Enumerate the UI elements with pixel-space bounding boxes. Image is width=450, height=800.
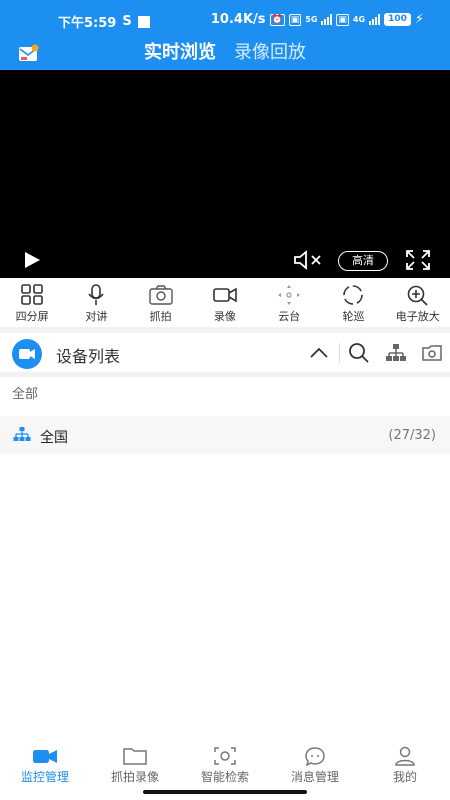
nav-monitor[interactable]: 监控管理 <box>0 740 90 788</box>
filter-all-row[interactable]: 全部 <box>0 377 450 407</box>
tab-playback[interactable]: 录像回放 <box>234 40 306 66</box>
quality-toggle[interactable]: 高清 <box>338 251 388 271</box>
nav-label: 监控管理 <box>20 770 69 784</box>
tool-label: 录像 <box>213 310 236 323</box>
nav-messages[interactable]: 消息管理 <box>270 740 360 788</box>
mute-icon[interactable] <box>293 250 323 270</box>
nav-label: 我的 <box>392 770 417 784</box>
video-camera-icon <box>19 349 35 359</box>
search-icon[interactable] <box>348 342 370 364</box>
notification-square-icon <box>137 15 150 28</box>
ptz-icon <box>278 285 301 305</box>
tool-patrol[interactable]: 轮巡 <box>321 280 385 326</box>
patrol-icon <box>343 285 364 305</box>
user-icon <box>395 746 415 766</box>
tool-record[interactable]: 录像 <box>193 280 257 326</box>
video-player[interactable]: 高清 <box>0 70 450 278</box>
signal-bars-2-icon <box>369 14 381 25</box>
tool-quad-screen[interactable]: 四分屏 <box>0 280 64 326</box>
tool-label: 对讲 <box>85 310 108 323</box>
org-tree-icon <box>13 427 31 441</box>
microphone-icon <box>88 284 105 305</box>
tool-label: 四分屏 <box>15 310 49 323</box>
chevron-up-icon[interactable] <box>308 343 330 363</box>
device-group-name: 全国 <box>40 430 68 446</box>
nav-label: 智能检索 <box>200 770 249 784</box>
signal-bars-icon <box>321 14 333 25</box>
device-list-title: 设备列表 <box>56 347 121 366</box>
nav-label: 消息管理 <box>290 770 339 784</box>
tool-label: 轮巡 <box>342 310 365 323</box>
network-4g-label: 4G <box>352 15 366 24</box>
network-5g-label: 5G <box>305 15 318 24</box>
face-scan-icon <box>214 747 236 765</box>
nav-smart-search[interactable]: 智能检索 <box>180 740 270 788</box>
battery-level: 100 <box>384 13 411 26</box>
tool-label: 抓拍 <box>149 310 172 323</box>
status-time: 下午5:59 <box>58 16 117 31</box>
bottom-nav: 监控管理 抓拍录像 智能检索 消息管理 我的 <box>0 740 450 788</box>
alarm-icon: ⏰ <box>269 13 285 26</box>
device-group-row[interactable]: 全国 (27/32) <box>0 416 450 454</box>
header-separator <box>339 343 340 363</box>
org-tree-icon[interactable] <box>385 342 407 364</box>
device-list-header: 设备列表 <box>0 333 450 373</box>
filter-all-label: 全部 <box>12 387 39 402</box>
home-indicator[interactable] <box>143 790 307 794</box>
folder-icon <box>123 748 147 765</box>
tool-label: 云台 <box>278 310 301 323</box>
camera-icon <box>148 285 173 305</box>
grid-four-icon <box>21 284 43 305</box>
tool-ptz[interactable]: 云台 <box>257 280 321 326</box>
tool-digital-zoom[interactable]: 电子放大 <box>386 280 450 326</box>
nav-profile[interactable]: 我的 <box>360 740 450 788</box>
control-toolbar: 四分屏 对讲 抓拍 录像 云台 轮巡 电子放大 <box>0 280 450 326</box>
camera-folder-icon[interactable] <box>421 342 443 364</box>
device-camera-badge <box>12 339 42 369</box>
tool-label: 电子放大 <box>395 310 440 323</box>
nav-snapshot-record[interactable]: 抓拍录像 <box>90 740 180 788</box>
status-s-icon: S <box>122 14 132 29</box>
tool-snapshot[interactable]: 抓拍 <box>129 280 193 326</box>
sim2-icon: ▣ <box>336 13 349 26</box>
status-bar: 下午5:59 S 10.4K/s ⏰ ▣ 5G ▣ 4G 100 ⚡ <box>0 0 450 40</box>
zoom-in-icon <box>407 285 428 306</box>
chat-bubble-icon <box>305 747 325 766</box>
video-camera-icon <box>33 750 57 763</box>
top-bar: 实时浏览 录像回放 <box>0 40 450 70</box>
fullscreen-icon[interactable] <box>405 249 431 271</box>
device-group-count: (27/32) <box>388 428 436 443</box>
play-icon[interactable] <box>22 251 42 269</box>
sim-icon: ▣ <box>288 13 302 26</box>
status-speed: 10.4K/s <box>210 12 266 27</box>
tool-intercom[interactable]: 对讲 <box>64 280 128 326</box>
tab-live-view[interactable]: 实时浏览 <box>144 40 216 66</box>
charging-icon: ⚡ <box>414 12 424 27</box>
video-camera-icon <box>213 287 237 303</box>
nav-label: 抓拍录像 <box>110 770 159 784</box>
